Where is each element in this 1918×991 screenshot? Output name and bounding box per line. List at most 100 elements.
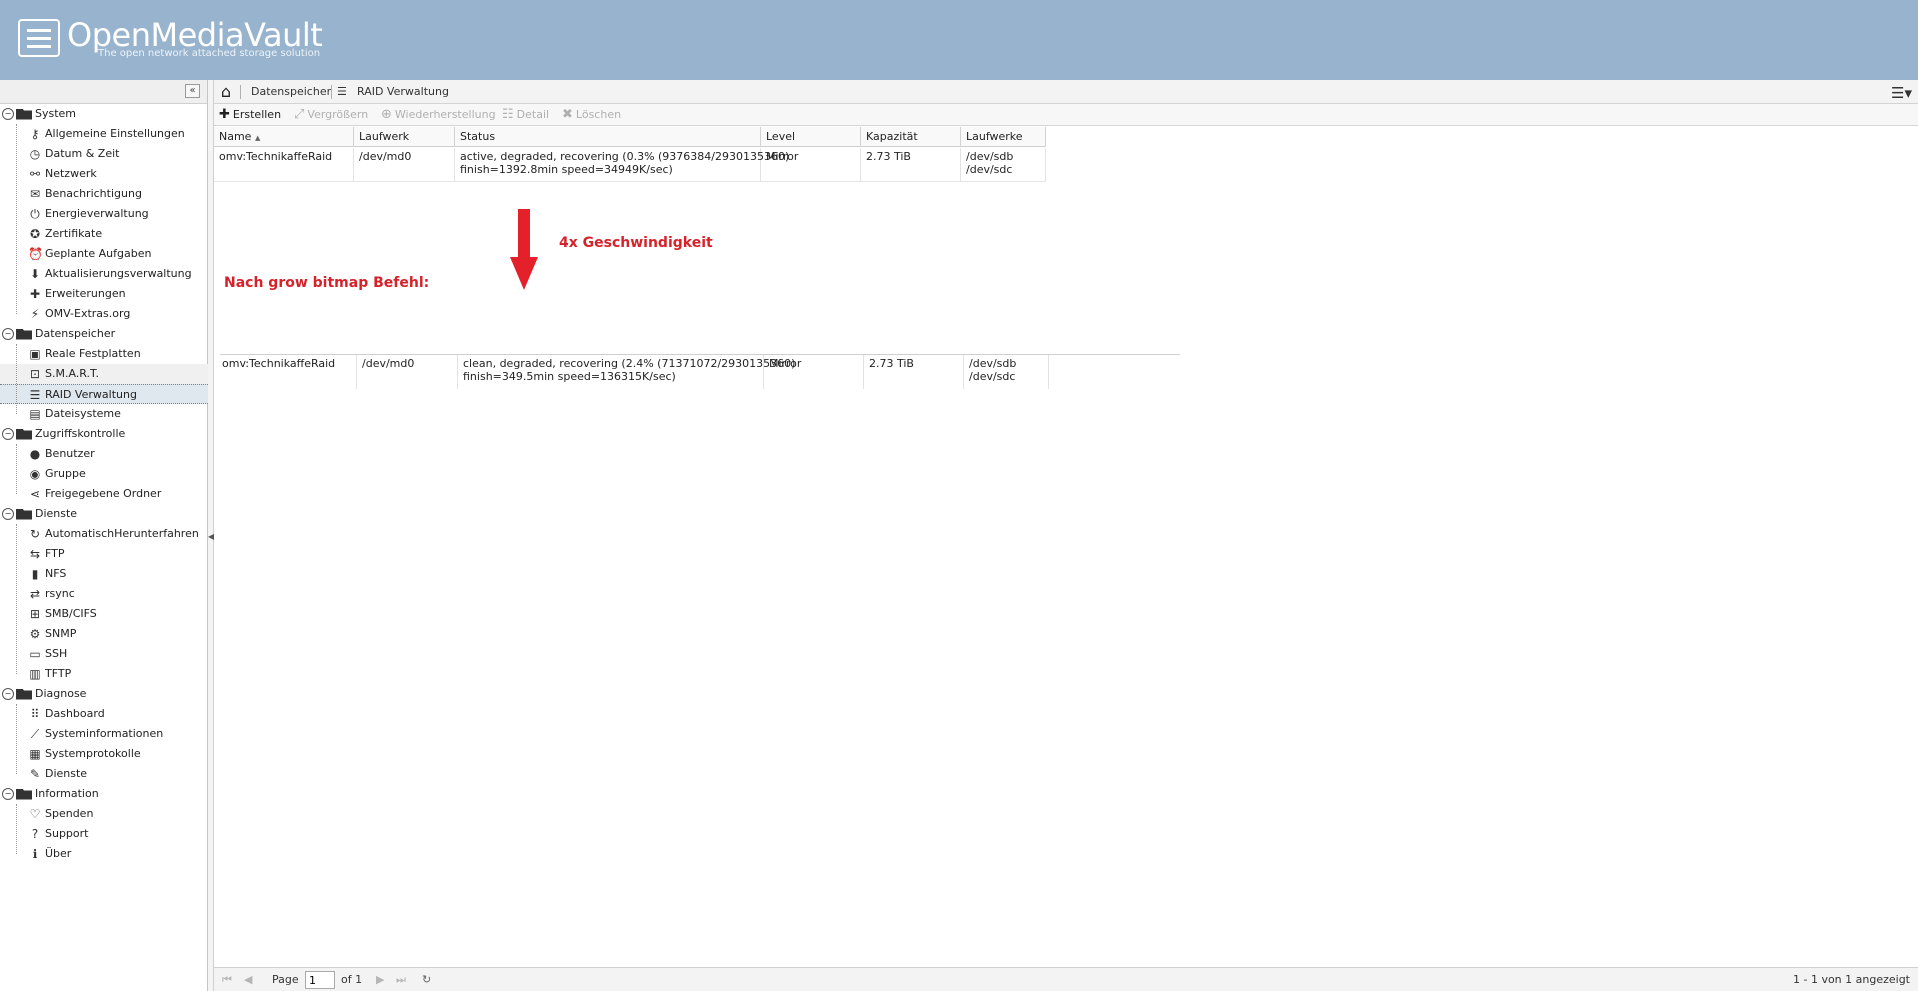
sidebar-item-raid-verwaltung[interactable]: ☰ RAID Verwaltung xyxy=(0,384,208,404)
sidebar-item-ssh[interactable]: ▭ SSH xyxy=(28,644,208,664)
sidebar-item-label: OMV-Extras.org xyxy=(45,307,131,320)
sidebar-group-diagnose[interactable]: − Diagnose xyxy=(0,684,208,704)
delete-button[interactable]: ✖ Löschen xyxy=(562,107,621,123)
sidebar-item-label: NFS xyxy=(45,567,67,580)
collapse-toggle-icon[interactable]: − xyxy=(2,688,14,700)
folder-open-icon xyxy=(16,688,32,700)
sidebar-item-label: RAID Verwaltung xyxy=(45,388,137,401)
cell-level: Mirror xyxy=(764,355,864,389)
question-icon: ? xyxy=(31,827,39,841)
sidebar-item-s-m-a-r-t[interactable]: ⊡ S.M.A.R.T. xyxy=(0,364,208,384)
sidebar-item-dateisysteme[interactable]: ▤ Dateisysteme xyxy=(28,404,208,424)
sidebar-item-automatischherunterfahren[interactable]: ↻ AutomatischHerunterfahren xyxy=(28,524,208,544)
sidebar-group-label: Diagnose xyxy=(35,687,87,700)
sidebar-item-label: Aktualisierungsverwaltung xyxy=(45,267,192,280)
sidebar-item-netzwerk[interactable]: ⚯ Netzwerk xyxy=(28,164,208,184)
previous-page-icon[interactable]: ◀ xyxy=(244,973,252,986)
sidebar-item-systeminformationen[interactable]: ⟋ Systeminformationen xyxy=(28,724,208,744)
sidebar-item-label: S.M.A.R.T. xyxy=(45,367,99,380)
column-header-name[interactable]: Name ▲ xyxy=(214,127,354,147)
tree-guide-line xyxy=(16,344,17,414)
collapse-toggle-icon[interactable]: − xyxy=(2,108,14,120)
sort-ascending-icon: ▲ xyxy=(254,134,261,142)
detail-button[interactable]: ☷ Detail xyxy=(502,107,549,123)
sidebar-item-omv-extras-org[interactable]: ⚡ OMV-Extras.org xyxy=(28,304,208,324)
sidebar-item-datum-zeit[interactable]: ◷ Datum & Zeit xyxy=(28,144,208,164)
sidebar-item-gruppe[interactable]: ◉ Gruppe xyxy=(28,464,208,484)
expand-icon: ⤢ xyxy=(294,107,305,122)
sidebar-item-ber[interactable]: ℹ Über xyxy=(28,844,208,864)
panel-menu-icon[interactable]: ☰▾ xyxy=(1891,84,1912,102)
sidebar-item-label: Gruppe xyxy=(45,467,86,480)
column-header-level[interactable]: Level xyxy=(761,127,861,147)
collapse-toggle-icon[interactable]: − xyxy=(2,508,14,520)
list-icon: ☷ xyxy=(502,107,514,122)
sidebar-item-benutzer[interactable]: ● Benutzer xyxy=(28,444,208,464)
sidebar-item-tftp[interactable]: ▥ TFTP xyxy=(28,664,208,684)
collapse-toggle-icon[interactable]: − xyxy=(2,788,14,800)
sidebar-group-information[interactable]: − Information xyxy=(0,784,208,804)
sidebar-group-dienste[interactable]: − Dienste xyxy=(0,504,208,524)
grow-button[interactable]: ⤢ Vergrößern xyxy=(294,107,368,123)
sidebar-group-zugriffskontrolle[interactable]: − Zugriffskontrolle xyxy=(0,424,208,444)
sidebar-item-aktualisierungsverwaltung[interactable]: ⬇ Aktualisierungsverwaltung xyxy=(28,264,208,284)
cell-name: omv:TechnikaffeRaid xyxy=(214,148,354,182)
column-header-status[interactable]: Status xyxy=(455,127,761,147)
refresh-icon[interactable]: ↻ xyxy=(422,973,431,986)
table-row[interactable]: omv:TechnikaffeRaid /dev/md0 active, deg… xyxy=(214,148,1046,182)
sidebar-item-support[interactable]: ? Support xyxy=(28,824,208,844)
sidebar-item-ftp[interactable]: ⇆ FTP xyxy=(28,544,208,564)
page-number-input[interactable] xyxy=(305,971,335,989)
sidebar-item-rsync[interactable]: ⇄ rsync xyxy=(28,584,208,604)
page-label: Page xyxy=(272,973,299,986)
sidebar-item-dienste[interactable]: ✎ Dienste xyxy=(28,764,208,784)
sidebar-item-reale-festplatten[interactable]: ▣ Reale Festplatten xyxy=(28,344,208,364)
create-button[interactable]: ✚ Erstellen xyxy=(219,107,281,123)
last-page-icon[interactable]: ⏭ xyxy=(396,973,406,987)
sidebar-item-smb-cifs[interactable]: ⊞ SMB/CIFS xyxy=(28,604,208,624)
sidebar-item-nfs[interactable]: ▮ NFS xyxy=(28,564,208,584)
sidebar-item-snmp[interactable]: ⚙ SNMP xyxy=(28,624,208,644)
paging-toolbar: ⏮ ◀ Page of 1 ▶ ⏭ ↻ 1 - 1 von 1 angezeig… xyxy=(214,967,1918,991)
sidebar-group-label: Information xyxy=(35,787,99,800)
collapse-toggle-icon[interactable]: − xyxy=(2,428,14,440)
main-menu-icon[interactable] xyxy=(18,19,60,57)
column-header-capacity[interactable]: Kapazität xyxy=(861,127,961,147)
sidebar-item-label: Support xyxy=(45,827,89,840)
home-icon[interactable]: ⌂ xyxy=(217,83,235,101)
ftp-icon: ⇆ xyxy=(29,547,41,561)
snmp-icon: ⚙ xyxy=(29,627,41,641)
red-down-arrow-icon xyxy=(510,209,538,290)
collapse-toggle-icon[interactable]: − xyxy=(2,328,14,340)
column-header-disks[interactable]: Laufwerke xyxy=(961,127,1046,147)
recover-button[interactable]: ⊕ Wiederherstellung xyxy=(381,107,496,123)
sidebar-item-erweiterungen[interactable]: ✚ Erweiterungen xyxy=(28,284,208,304)
cell-device: /dev/md0 xyxy=(357,355,458,389)
sidebar-item-label: Dateisysteme xyxy=(45,407,121,420)
collapse-sidebar-icon[interactable]: « xyxy=(185,84,200,98)
sidebar-item-label: Erweiterungen xyxy=(45,287,126,300)
sidebar-item-allgemeine-einstellungen[interactable]: ⚷ Allgemeine Einstellungen xyxy=(28,124,208,144)
sidebar-group-datenspeicher[interactable]: − Datenspeicher xyxy=(0,324,208,344)
plug-icon: ⚡ xyxy=(30,307,40,321)
breadcrumb-item-raid[interactable]: RAID Verwaltung xyxy=(357,85,449,98)
puzzle-icon: ✚ xyxy=(29,287,41,301)
sidebar-item-benachrichtigung[interactable]: ✉ Benachrichtigung xyxy=(28,184,208,204)
first-page-icon[interactable]: ⏮ xyxy=(222,973,232,987)
sidebar-item-energieverwaltung[interactable]: ⏻ Energieverwaltung xyxy=(28,204,208,224)
sidebar-item-dashboard[interactable]: ⠿ Dashboard xyxy=(28,704,208,724)
filesystem-icon: ▤ xyxy=(29,407,41,421)
sidebar-item-spenden[interactable]: ♡ Spenden xyxy=(28,804,208,824)
sidebar-group-system[interactable]: − System xyxy=(0,104,208,124)
next-page-icon[interactable]: ▶ xyxy=(376,973,384,986)
breadcrumb-item-datenspeicher[interactable]: Datenspeicher xyxy=(251,85,331,98)
power-icon: ⏻ xyxy=(30,207,40,221)
sidebar-item-geplante-aufgaben[interactable]: ⏰ Geplante Aufgaben xyxy=(28,244,208,264)
tree-guide-line xyxy=(16,124,17,314)
sidebar-item-freigegebene-ordner[interactable]: ⋖ Freigegebene Ordner xyxy=(28,484,208,504)
sidebar-item-systemprotokolle[interactable]: ▦ Systemprotokolle xyxy=(28,744,208,764)
sidebar-item-zertifikate[interactable]: ✪ Zertifikate xyxy=(28,224,208,244)
rsync-icon: ⇄ xyxy=(29,587,41,601)
sidebar-item-label: AutomatischHerunterfahren xyxy=(45,527,199,540)
column-header-device[interactable]: Laufwerk xyxy=(354,127,455,147)
